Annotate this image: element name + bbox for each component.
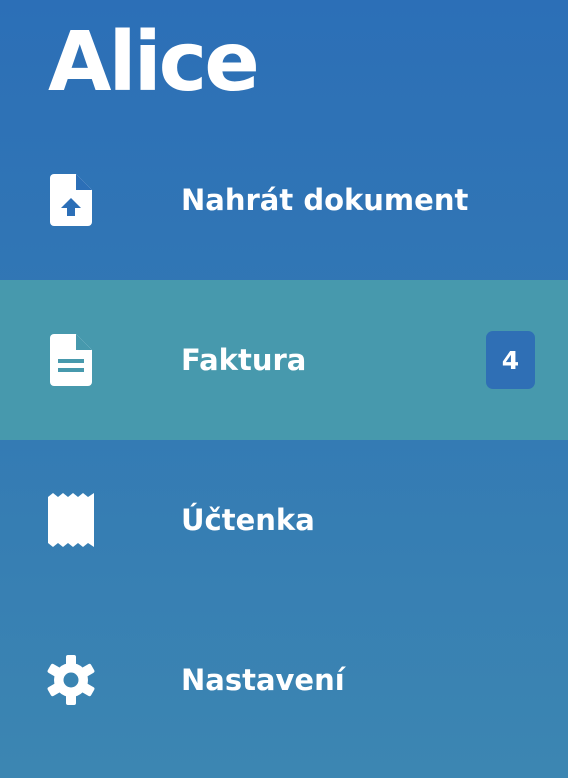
sidebar-item-label: Účtenka [181,503,315,537]
gear-icon [45,652,97,708]
sidebar-item-receipt[interactable]: Účtenka [0,440,568,600]
upload-file-icon [45,172,97,228]
sidebar-item-label: Nahrát dokument [181,183,469,217]
app-logo[interactable]: Alice [48,22,260,104]
count-badge: 4 [486,331,535,389]
sidebar-item-invoice[interactable]: Faktura 4 [0,280,568,440]
sidebar: Alice Nahrát dokument Faktura 4 Účtenka … [0,0,568,778]
sidebar-item-upload-document[interactable]: Nahrát dokument [0,120,568,280]
sidebar-menu: Nahrát dokument Faktura 4 Účtenka Nastav… [0,120,568,760]
sidebar-item-settings[interactable]: Nastavení [0,600,568,760]
document-icon [45,332,97,388]
sidebar-item-label: Faktura [181,343,307,377]
sidebar-item-label: Nastavení [181,663,345,697]
receipt-icon [45,492,97,548]
